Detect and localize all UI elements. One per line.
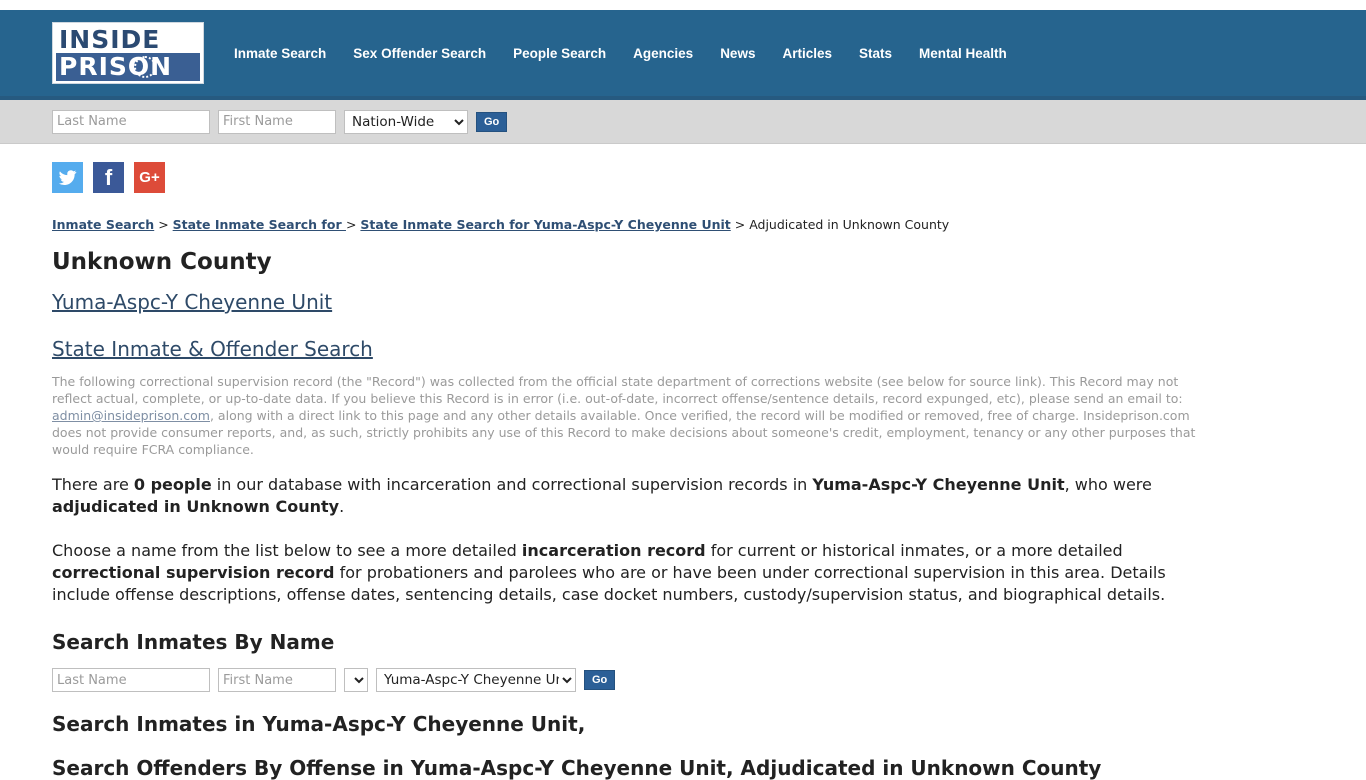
google-plus-icon[interactable]: G+ <box>134 162 165 193</box>
breadcrumb-separator-2: > <box>345 217 361 232</box>
breadcrumb-link-state-inmate-search[interactable]: State Inmate Search for <box>173 217 346 232</box>
disclaimer-text: The following correctional supervision r… <box>52 373 1212 458</box>
count-middle: in our database with incarceration and c… <box>211 475 813 494</box>
disclaimer-part-2: , along with a direct link to this page … <box>52 408 1196 457</box>
social-share-row: f G+ <box>52 144 1316 193</box>
choose-bold-supervision-record: correctional supervision record <box>52 563 335 582</box>
count-facility: Yuma-Aspc-Y Cheyenne Unit <box>812 475 1065 494</box>
admin-email-link[interactable]: admin@insideprison.com <box>52 408 210 423</box>
nav-item-inmate-search[interactable]: Inmate Search <box>234 46 326 61</box>
inmate-facility-select[interactable]: Yuma-Aspc-Y Cheyenne Unit <box>376 668 576 692</box>
global-go-button[interactable]: Go <box>476 111 508 132</box>
global-search-bar: Nation-Wide Go <box>0 100 1366 144</box>
site-header: INSIDE PRISON Inmate Search Sex Offender… <box>0 10 1366 100</box>
main-navigation: Inmate Search Sex Offender Search People… <box>234 46 1007 61</box>
twitter-icon[interactable] <box>52 162 83 193</box>
nav-item-news[interactable]: News <box>720 46 755 61</box>
record-count: 0 people <box>133 475 212 494</box>
nav-item-sex-offender-search[interactable]: Sex Offender Search <box>353 46 486 61</box>
site-logo[interactable]: INSIDE PRISON <box>52 22 204 84</box>
count-period: . <box>339 497 345 516</box>
search-inmates-in-facility-heading: Search Inmates in Yuma-Aspc-Y Cheyenne U… <box>52 712 586 736</box>
global-scope-select[interactable]: Nation-Wide <box>344 109 468 134</box>
count-adjudication: adjudicated in Unknown County <box>52 497 340 516</box>
nav-item-articles[interactable]: Articles <box>782 46 832 61</box>
facebook-glyph: f <box>104 164 113 190</box>
choose-part-2: for current or historical inmates, or a … <box>705 541 1123 560</box>
breadcrumb-link-facility[interactable]: State Inmate Search for Yuma-Aspc-Y Chey… <box>360 217 730 232</box>
facebook-icon[interactable]: f <box>93 162 124 193</box>
breadcrumb-separator-3: > <box>730 217 750 232</box>
google-plus-glyph: G+ <box>139 169 160 186</box>
breadcrumb-current: Adjudicated in Unknown County <box>749 217 950 232</box>
top-white-strip <box>0 0 1366 10</box>
count-comma: , who were <box>1064 475 1152 494</box>
page-title: Unknown County <box>52 249 272 275</box>
logo-text-prison: PRISON <box>56 52 200 81</box>
search-inmates-by-name-form: Yuma-Aspc-Y Cheyenne Unit Go <box>52 668 1316 692</box>
record-count-paragraph: There are 0 people in our database with … <box>52 474 1212 518</box>
inmate-blank-select[interactable] <box>344 668 368 692</box>
choose-part-1: Choose a name from the list below to see… <box>52 541 522 560</box>
nav-item-mental-health[interactable]: Mental Health <box>919 46 1007 61</box>
breadcrumb-separator-1: > <box>154 217 173 232</box>
nav-item-stats[interactable]: Stats <box>859 46 892 61</box>
inmate-search-go-button[interactable]: Go <box>584 670 616 690</box>
facility-link[interactable]: Yuma-Aspc-Y Cheyenne Unit <box>52 290 332 314</box>
disclaimer-part-1: The following correctional supervision r… <box>52 374 1183 406</box>
breadcrumb-link-inmate-search[interactable]: Inmate Search <box>52 217 154 232</box>
global-last-name-input[interactable] <box>52 109 210 134</box>
search-offenders-by-offense-heading: Search Offenders By Offense in Yuma-Aspc… <box>52 756 1102 780</box>
inmate-first-name-input[interactable] <box>218 668 336 692</box>
count-lead: There are <box>52 475 134 494</box>
breadcrumb: Inmate Search > State Inmate Search for … <box>52 217 1316 233</box>
choose-name-paragraph: Choose a name from the list below to see… <box>52 540 1212 606</box>
nav-item-agencies[interactable]: Agencies <box>633 46 693 61</box>
main-content: f G+ Inmate Search > State Inmate Search… <box>50 144 1316 780</box>
barbed-wire-ring-icon <box>134 55 156 78</box>
choose-bold-incarceration-record: incarceration record <box>521 541 706 560</box>
state-inmate-offender-search-link[interactable]: State Inmate & Offender Search <box>52 337 373 361</box>
search-inmates-by-name-heading: Search Inmates By Name <box>52 630 335 654</box>
logo-text-inside: INSIDE <box>59 24 161 54</box>
global-first-name-input[interactable] <box>218 109 336 134</box>
inmate-last-name-input[interactable] <box>52 668 210 692</box>
nav-item-people-search[interactable]: People Search <box>513 46 606 61</box>
